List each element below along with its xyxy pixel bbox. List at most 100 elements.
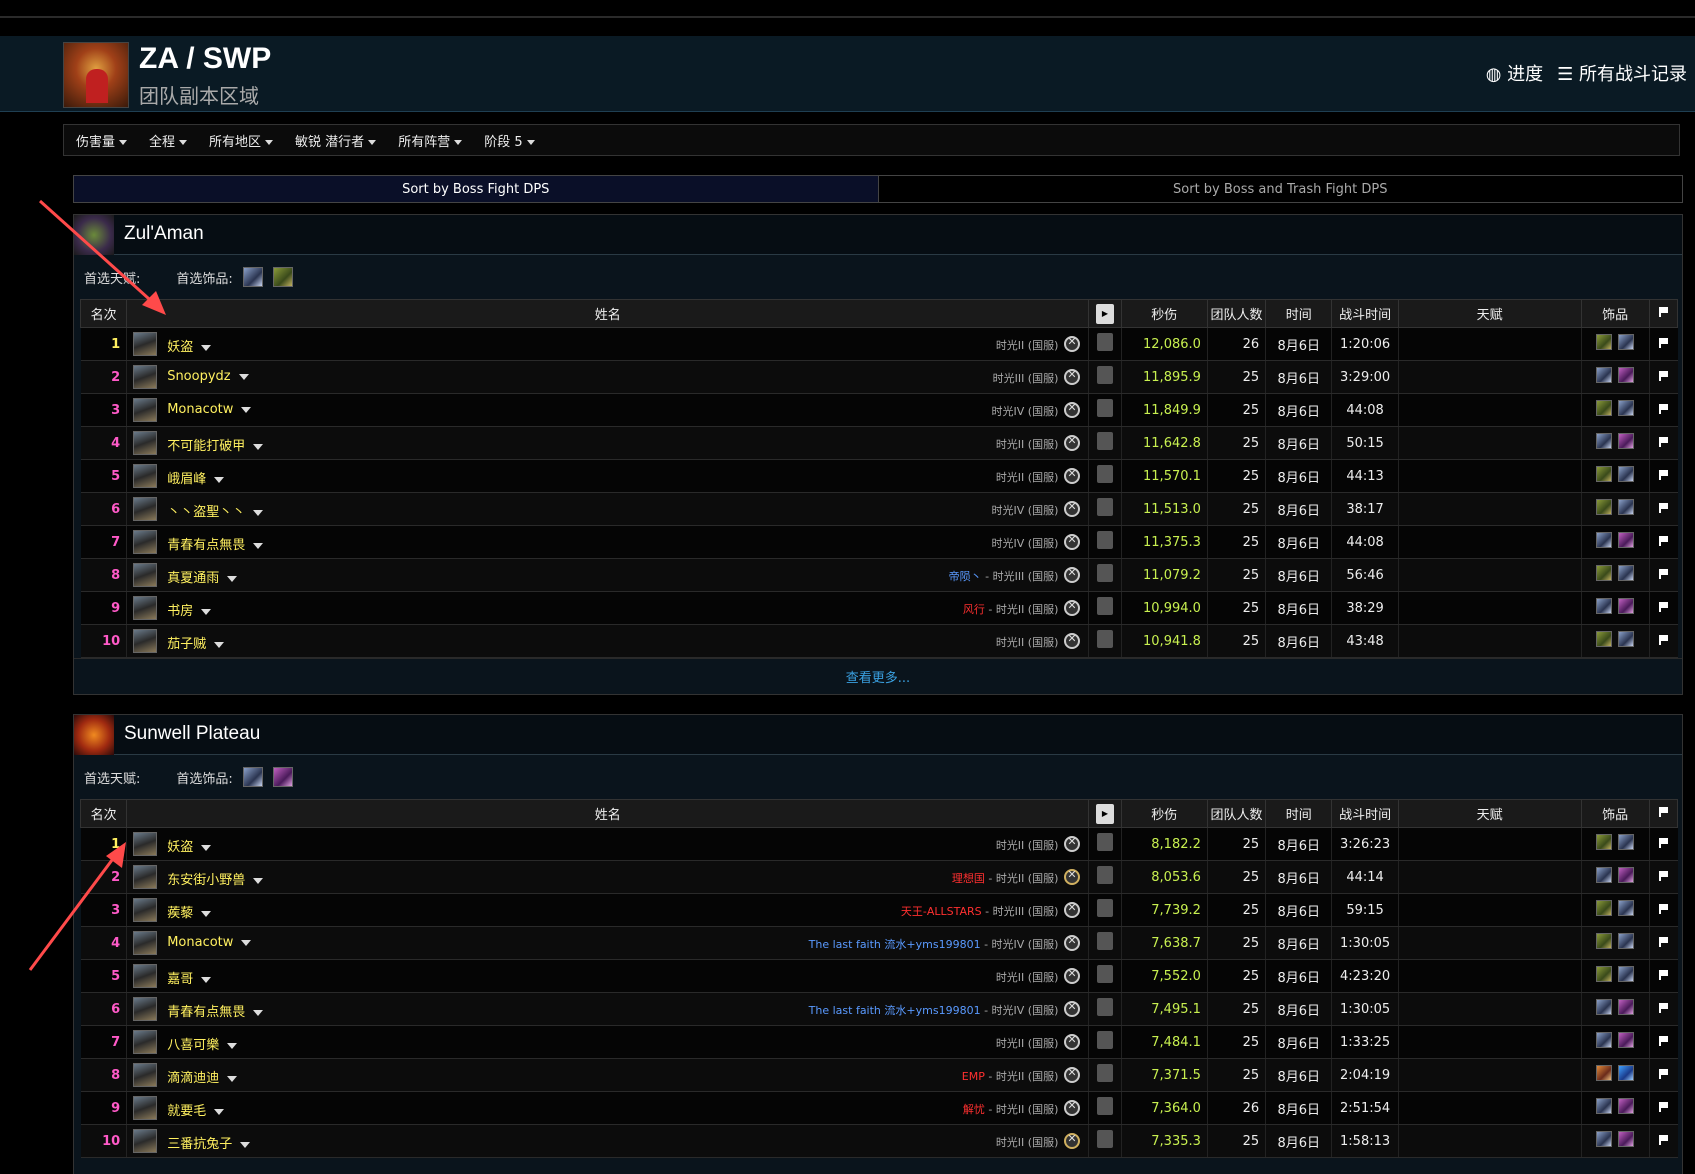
flag-icon[interactable] [1659,969,1669,980]
player-name-link[interactable]: 茄子贼 [167,633,225,652]
player-name-link[interactable]: 青春有点無畏 [167,534,264,553]
flag-icon[interactable] [1659,370,1669,381]
filter-phase[interactable]: 阶段 5 [484,131,535,150]
table-row[interactable]: 1妖盗时光II (国服)8,182.2258月6日3:26:23 [80,827,1678,861]
trinket-icon[interactable] [1618,933,1635,949]
sort-boss-dps[interactable]: Sort by Boss Fight DPS [74,176,879,202]
guild-link[interactable]: The last faith 流水+yms199801 [809,1004,981,1017]
trinket-icon[interactable] [1596,466,1613,482]
caret-down-icon[interactable] [201,910,212,917]
col-size[interactable]: 团队人数 [1206,299,1267,328]
youtube-icon[interactable] [1096,366,1113,384]
duration-cell[interactable]: 1:30:05 [1331,992,1399,1026]
caret-down-icon[interactable] [241,939,252,946]
table-row[interactable]: 4 Monacotw The last faith 流水+yms199801 - 时… [80,926,1678,960]
col-size[interactable]: 团队人数 [1206,799,1267,828]
youtube-icon[interactable] [1096,531,1113,549]
table-row[interactable]: 10 三番抗兔子 时光II (国服) 7,335.3258月6日1:58:13 [80,1124,1678,1158]
player-name-link[interactable]: 滴滴迪迪 [167,1067,238,1086]
trinket-icon[interactable] [1618,867,1635,883]
flag-icon[interactable] [1659,936,1669,947]
caret-down-icon[interactable] [241,406,252,413]
col-dps[interactable]: 秒伤 [1120,299,1208,328]
youtube-icon[interactable] [1096,597,1113,615]
player-name-link[interactable]: 丶丶盗聖丶丶 [167,501,264,520]
youtube-icon[interactable] [1096,833,1113,851]
trinket-icon[interactable] [1618,565,1635,581]
duration-cell[interactable]: 1:20:06 [1331,327,1399,361]
flag-icon[interactable] [1659,1068,1669,1079]
duration-cell[interactable]: 50:15 [1331,426,1399,460]
duration-cell[interactable]: 43:48 [1331,624,1399,658]
caret-down-icon[interactable] [253,542,264,549]
table-row[interactable]: 10 茄子贼 时光II (国服) 10,941.8258月6日43:48 [80,624,1678,658]
player-name-link[interactable]: 蒺藜 [167,902,212,921]
youtube-icon[interactable] [1096,1031,1113,1049]
player-name-link[interactable]: Monacotw [167,402,252,417]
table-row[interactable]: 1 妖盗 时光II (国服) 12,086.0268月6日1:20:06 [80,327,1678,361]
col-name[interactable]: 姓名 [126,299,1090,328]
player-name-link[interactable]: Monacotw [167,935,252,950]
caret-down-icon[interactable] [227,1042,238,1049]
player-name-link[interactable]: 就要毛 [167,1100,225,1119]
duration-cell[interactable]: 4:23:20 [1331,959,1399,993]
youtube-icon[interactable] [1096,465,1113,483]
trinket-icon[interactable] [272,767,293,787]
caret-down-icon[interactable] [214,476,225,483]
flag-icon[interactable] [1659,502,1669,513]
player-name-link[interactable]: 八喜可樂 [167,1034,238,1053]
caret-down-icon[interactable] [201,608,212,615]
trinket-icon[interactable] [1596,900,1613,916]
youtube-icon[interactable] [1096,1130,1113,1148]
trinket-icon[interactable] [1596,1098,1613,1114]
flag-icon[interactable] [1659,568,1669,579]
trinket-icon[interactable] [1596,834,1613,850]
view-more-link[interactable]: 查看更多... [74,658,1682,694]
trinket-icon[interactable] [1596,631,1613,647]
duration-cell[interactable]: 3:26:23 [1331,827,1399,861]
flag-icon[interactable] [1659,1134,1669,1145]
col-duration[interactable]: 战斗时间 [1331,299,1399,328]
trinket-icon[interactable] [242,767,263,787]
caret-down-icon[interactable] [238,373,249,380]
player-name-link[interactable]: 妖盗 [167,336,212,355]
youtube-icon[interactable] [1096,630,1113,648]
trinket-icon[interactable] [1618,966,1635,982]
duration-cell[interactable]: 1:33:25 [1331,1025,1399,1059]
youtube-icon[interactable] [1096,1097,1113,1115]
table-row[interactable]: 5嘉哥时光II (国服)7,552.0258月6日4:23:20 [80,959,1678,993]
flag-icon[interactable] [1659,1002,1669,1013]
all-logs-link[interactable]: ☰ 所有战斗记录 [1557,60,1687,86]
flag-icon[interactable] [1659,1101,1669,1112]
youtube-icon[interactable] [1096,965,1113,983]
trinket-icon[interactable] [1596,966,1613,982]
youtube-icon[interactable] [1096,399,1113,417]
duration-cell[interactable]: 44:08 [1331,525,1399,559]
flag-icon[interactable] [1659,1035,1669,1046]
flag-icon[interactable] [1659,634,1669,645]
duration-cell[interactable]: 59:15 [1331,893,1399,927]
trinket-icon[interactable] [1618,400,1635,416]
flag-icon[interactable] [1659,870,1669,881]
duration-cell[interactable]: 44:08 [1331,393,1399,427]
table-row[interactable]: 4 不可能打破甲 时光II (国服) 11,642.8258月6日50:15 [80,426,1678,460]
caret-down-icon[interactable] [201,344,212,351]
caret-down-icon[interactable] [253,877,264,884]
flag-icon[interactable] [1659,601,1669,612]
table-row[interactable]: 9 书房 风行 - 时光II (国服) 10,994.0258月6日38:29 [80,591,1678,625]
table-row[interactable]: 8 真夏通雨 帝陨丶 - 时光III (国服) 11,079.2258月6日56:46 [80,558,1678,592]
trinket-icon[interactable] [1596,499,1613,515]
trinket-icon[interactable] [1618,466,1635,482]
player-name-link[interactable]: 青春有点無畏 [167,1001,264,1020]
duration-cell[interactable]: 38:29 [1331,591,1399,625]
trinket-icon[interactable] [1596,400,1613,416]
trinket-icon[interactable] [1618,598,1635,614]
trinket-icon[interactable] [1596,367,1613,383]
flag-icon[interactable] [1659,903,1669,914]
youtube-icon[interactable] [1096,1064,1113,1082]
caret-down-icon[interactable] [214,1108,225,1115]
trinket-icon[interactable] [1618,433,1635,449]
table-row[interactable]: 5 峨眉峰 时光II (国服) 11,570.1258月6日44:13 [80,459,1678,493]
duration-cell[interactable]: 1:30:05 [1331,926,1399,960]
caret-down-icon[interactable] [214,641,225,648]
